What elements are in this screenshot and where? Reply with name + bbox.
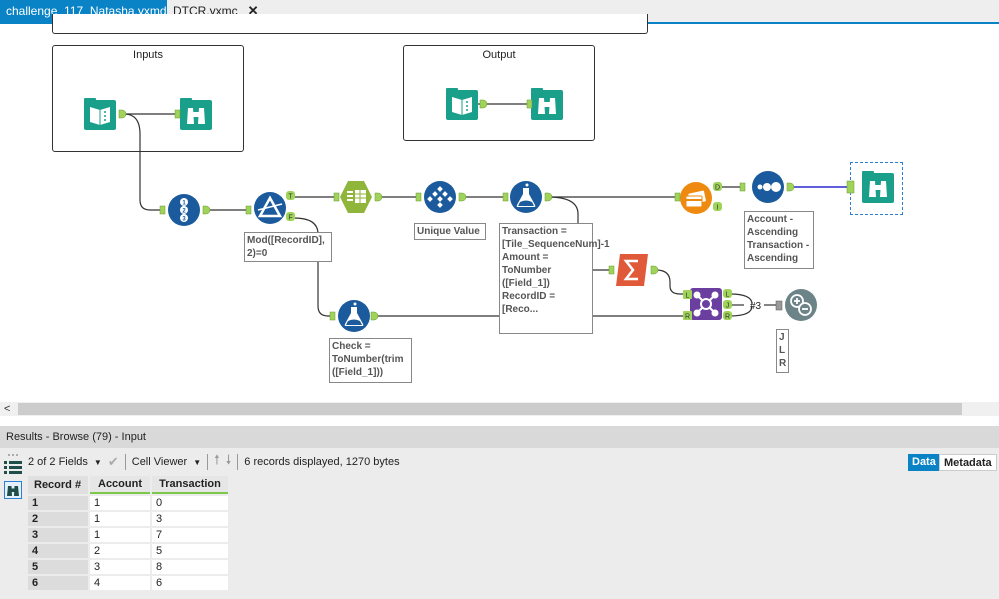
tile-port-icons: D I bbox=[713, 182, 722, 212]
svg-text:I: I bbox=[717, 205, 719, 212]
table-row[interactable]: 646 bbox=[28, 576, 228, 590]
formula-tool[interactable] bbox=[338, 300, 370, 332]
account-cell[interactable]: 2 bbox=[90, 544, 150, 558]
connection-count-label: #3 bbox=[750, 301, 762, 312]
divider bbox=[124, 454, 126, 470]
scroll-left-arrow[interactable]: < bbox=[4, 402, 10, 416]
record-number-cell: 4 bbox=[28, 544, 88, 558]
formula-annotation: Check = ToNumber(trim ([Field_1])) bbox=[329, 338, 412, 383]
record-number-cell: 3 bbox=[28, 528, 88, 542]
more-icon[interactable] bbox=[4, 452, 24, 458]
svg-text:L: L bbox=[686, 293, 690, 300]
formula-tool[interactable] bbox=[510, 181, 542, 213]
chevron-down-icon[interactable]: ▼ bbox=[94, 458, 102, 467]
svg-text:L: L bbox=[726, 292, 730, 299]
transaction-cell[interactable]: 6 bbox=[152, 576, 228, 590]
tile-tool[interactable] bbox=[680, 182, 712, 214]
union-tool[interactable] bbox=[785, 289, 817, 321]
arrow-down-icon[interactable]: 🠗 bbox=[226, 451, 232, 473]
record-number-cell: 2 bbox=[28, 512, 88, 526]
account-cell[interactable]: 4 bbox=[90, 576, 150, 590]
binoculars-icon bbox=[7, 486, 19, 496]
formula-annotation: Transaction = [Tile_SequenceNum]-1 Amoun… bbox=[499, 223, 610, 334]
browse-tool[interactable] bbox=[531, 88, 563, 120]
transaction-cell[interactable]: 0 bbox=[152, 496, 228, 510]
account-cell[interactable]: 1 bbox=[90, 528, 150, 542]
chevron-down-icon[interactable]: ▼ bbox=[193, 458, 201, 467]
divider bbox=[207, 454, 209, 470]
connection bbox=[123, 113, 162, 211]
record-number-cell: 5 bbox=[28, 560, 88, 574]
svg-text:T: T bbox=[288, 194, 293, 201]
divider bbox=[237, 454, 239, 470]
results-table: Record # Account Transaction 110 213 317… bbox=[26, 474, 230, 592]
svg-text:D: D bbox=[715, 185, 720, 192]
table-row[interactable]: 110 bbox=[28, 496, 228, 510]
table-row[interactable]: 317 bbox=[28, 528, 228, 542]
results-panel: Results - Browse (79) - Input 2 of 2 Fie… bbox=[0, 426, 999, 599]
input-data-tool[interactable] bbox=[446, 88, 478, 120]
records-status: 6 records displayed, 1270 bytes bbox=[244, 456, 400, 468]
transaction-cell[interactable]: 8 bbox=[152, 560, 228, 574]
canvas-horizontal-scrollbar[interactable]: < bbox=[0, 402, 999, 416]
unique-annotation: Unique Value bbox=[414, 223, 486, 240]
column-header-transaction[interactable]: Transaction bbox=[152, 476, 228, 494]
table-header-row: Record # Account Transaction bbox=[28, 476, 228, 494]
data-tab[interactable]: Data bbox=[908, 454, 940, 471]
results-title: Results - Browse (79) - Input bbox=[0, 426, 999, 448]
browse-tool[interactable] bbox=[180, 98, 212, 130]
checkmark-icon[interactable]: ✔ bbox=[108, 454, 119, 470]
text-to-columns-tool[interactable] bbox=[340, 181, 372, 213]
sort-annotation: Account - Ascending Transaction - Ascend… bbox=[744, 211, 814, 269]
transaction-cell[interactable]: 5 bbox=[152, 544, 228, 558]
record-number-cell: 1 bbox=[28, 496, 88, 510]
column-header-account[interactable]: Account bbox=[90, 476, 150, 494]
workflow-canvas[interactable]: Inputs Output #3 1 2 3 T F D I L R L J R… bbox=[0, 14, 999, 402]
metadata-tab[interactable]: Metadata bbox=[939, 454, 997, 471]
account-cell[interactable]: 1 bbox=[90, 496, 150, 510]
column-header-record[interactable]: Record # bbox=[28, 476, 88, 494]
record-number-cell: 6 bbox=[28, 576, 88, 590]
table-row[interactable]: 538 bbox=[28, 560, 228, 574]
sort-tool[interactable] bbox=[752, 171, 784, 203]
summarize-tool[interactable] bbox=[616, 254, 648, 286]
scrollbar-thumb[interactable] bbox=[18, 403, 962, 415]
account-cell[interactable]: 3 bbox=[90, 560, 150, 574]
transaction-cell[interactable]: 3 bbox=[152, 512, 228, 526]
filter-annotation: Mod([RecordID], 2)=0 bbox=[244, 232, 332, 262]
unique-tool[interactable] bbox=[424, 181, 456, 213]
browse-tool[interactable] bbox=[862, 171, 894, 203]
transaction-cell[interactable]: 7 bbox=[152, 528, 228, 542]
arrow-up-icon[interactable]: 🠕 bbox=[214, 451, 220, 473]
filter-port-icons: T F bbox=[286, 191, 295, 222]
account-cell[interactable]: 1 bbox=[90, 512, 150, 526]
input-data-tool[interactable] bbox=[84, 98, 116, 130]
record-id-tool[interactable]: 1 2 3 bbox=[168, 194, 200, 226]
svg-text:R: R bbox=[725, 314, 730, 321]
fields-selector[interactable]: 2 of 2 Fields bbox=[28, 456, 88, 468]
results-side-toolbar bbox=[0, 448, 24, 599]
svg-text:J: J bbox=[726, 303, 730, 310]
cell-viewer-selector[interactable]: Cell Viewer bbox=[132, 456, 187, 468]
list-view-icon[interactable] bbox=[4, 460, 22, 476]
table-row[interactable]: 213 bbox=[28, 512, 228, 526]
svg-text:F: F bbox=[288, 215, 292, 222]
results-toolbar: 2 of 2 Fields ▼ ✔ Cell Viewer ▼ 🠕 🠗 6 re… bbox=[24, 452, 999, 472]
browse-view-button[interactable] bbox=[4, 481, 22, 499]
svg-text:R: R bbox=[685, 314, 690, 321]
join-port-icons: L R L J R bbox=[683, 289, 732, 321]
union-annotation: JLR bbox=[776, 329, 789, 373]
table-row[interactable]: 425 bbox=[28, 544, 228, 558]
filter-tool[interactable] bbox=[254, 192, 286, 224]
